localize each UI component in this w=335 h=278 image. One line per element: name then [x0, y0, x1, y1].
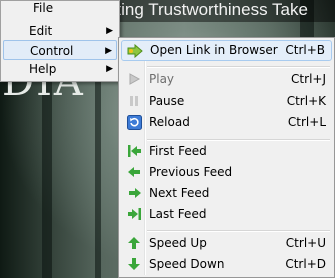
submenu-arrow-icon: ▶: [106, 64, 113, 74]
menu-item-edit[interactable]: Edit ▶: [3, 21, 117, 41]
submenu-arrow-icon: ▶: [105, 46, 112, 56]
menu-item-label: Control: [30, 44, 74, 58]
shortcut-text: Ctrl+B: [285, 43, 325, 57]
menu-item-label: Edit: [29, 24, 53, 38]
menu-item-label: Speed Down: [149, 257, 225, 271]
menu-item-label: Play: [149, 72, 175, 86]
previous-feed-icon: [126, 165, 142, 180]
menu-item-label: Open Link in Browser: [150, 43, 278, 57]
menu-item-first-feed[interactable]: First Feed: [121, 141, 332, 162]
menu-item-pause[interactable]: Pause Ctrl+K: [121, 91, 332, 112]
control-submenu: Open Link in Browser Ctrl+B Play Ctrl+J …: [118, 37, 335, 278]
speed-down-icon: [126, 257, 142, 272]
menu-item-label: Help: [29, 62, 57, 76]
pause-icon: [126, 94, 142, 109]
menu-item-label: Previous Feed: [149, 165, 233, 179]
menu-item-file[interactable]: File: [3, 0, 117, 18]
shortcut-text: Ctrl+K: [286, 94, 326, 108]
menu-item-previous-feed[interactable]: Previous Feed: [121, 162, 332, 183]
menu-item-speed-up[interactable]: Speed Up Ctrl+U: [121, 233, 332, 254]
menu-item-label: Last Feed: [149, 207, 207, 221]
reload-icon: [126, 115, 142, 130]
menu-item-reload[interactable]: Reload Ctrl+L: [121, 112, 332, 133]
shortcut-text: Ctrl+J: [291, 72, 326, 86]
next-feed-icon: [126, 186, 142, 201]
play-icon: [126, 72, 142, 87]
menu-item-label: Reload: [149, 115, 190, 129]
menu-separator: [147, 66, 330, 68]
last-feed-icon: [126, 207, 142, 222]
main-menu: File Edit ▶ Control ▶ Help ▶: [0, 0, 120, 82]
menu-item-label: First Feed: [149, 144, 207, 158]
shortcut-text: Ctrl+U: [285, 236, 326, 250]
speed-up-icon: [126, 236, 142, 251]
menu-item-last-feed[interactable]: Last Feed: [121, 204, 332, 225]
first-feed-icon: [126, 144, 142, 159]
menu-item-label: Next Feed: [149, 186, 210, 200]
submenu-arrow-icon: ▶: [106, 26, 113, 36]
shortcut-text: Ctrl+D: [285, 257, 326, 271]
menu-item-label: File: [33, 1, 54, 15]
menu-item-help[interactable]: Help ▶: [3, 59, 117, 79]
menu-item-play[interactable]: Play Ctrl+J: [121, 69, 332, 90]
menu-item-label: Pause: [149, 94, 185, 108]
open-link-icon: [127, 43, 143, 59]
menu-item-speed-down[interactable]: Speed Down Ctrl+D: [121, 254, 332, 275]
menu-item-open-link[interactable]: Open Link in Browser Ctrl+B: [121, 40, 332, 61]
menu-item-next-feed[interactable]: Next Feed: [121, 183, 332, 204]
menu-item-control[interactable]: Control ▶: [3, 40, 117, 60]
menu-separator: [147, 230, 330, 232]
shortcut-text: Ctrl+L: [287, 115, 326, 129]
menu-item-label: Speed Up: [149, 236, 207, 250]
